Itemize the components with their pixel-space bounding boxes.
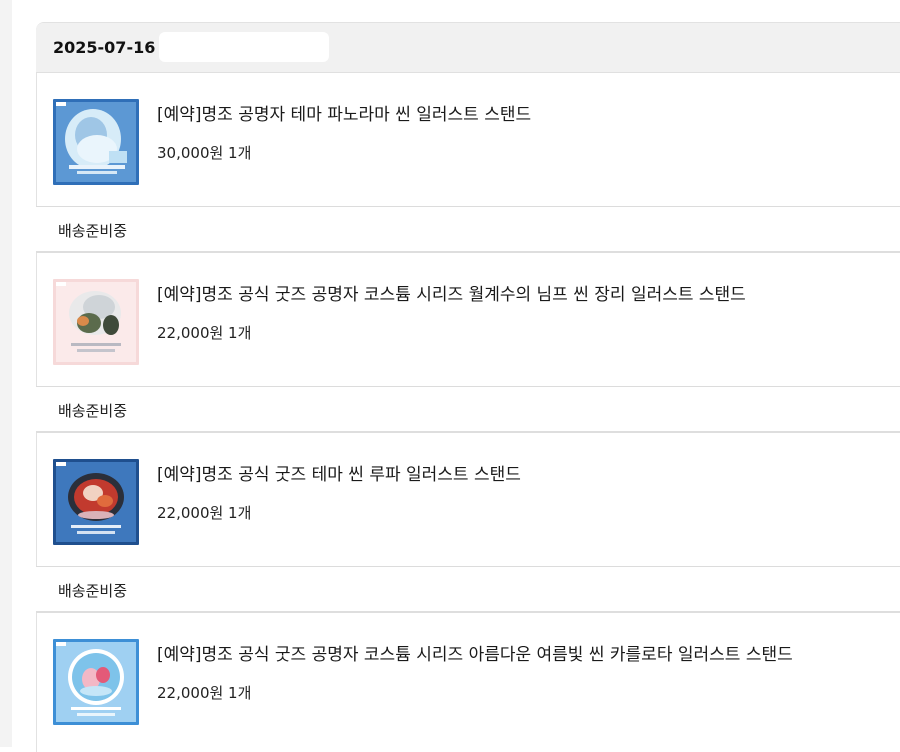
- shipping-status: 배송준비중: [58, 402, 128, 420]
- product-title[interactable]: [예약]명조 공식 굿즈 공명자 코스튬 시리즈 월계수의 님프 씬 장리 일러…: [157, 280, 746, 305]
- order-item[interactable]: [예약]명조 공식 굿즈 공명자 코스튬 시리즈 월계수의 님프 씬 장리 일러…: [36, 253, 900, 387]
- product-price-quantity: 30,000원 1개: [157, 144, 252, 162]
- product-price-quantity: 22,000원 1개: [157, 504, 252, 522]
- shipping-status: 배송준비중: [58, 222, 128, 240]
- shipping-status: 배송준비중: [58, 582, 128, 600]
- shipping-status-row: 배송준비중: [36, 206, 900, 253]
- product-price-quantity: 22,000원 1개: [157, 324, 252, 342]
- product-thumbnail[interactable]: [53, 639, 139, 725]
- order-item[interactable]: [예약]명조 공식 굿즈 테마 씬 루파 일러스트 스탠드 22,000원 1개: [36, 433, 900, 567]
- shipping-status-row: 배송준비중: [36, 386, 900, 433]
- product-title[interactable]: [예약]명조 공식 굿즈 테마 씬 루파 일러스트 스탠드: [157, 460, 521, 485]
- redacted-area: [159, 32, 329, 62]
- order-item[interactable]: [예약]명조 공식 굿즈 공명자 코스튬 시리즈 아름다운 여름빛 씬 카를로타…: [36, 613, 900, 747]
- product-price-quantity: 22,000원 1개: [157, 684, 252, 702]
- product-thumbnail[interactable]: [53, 279, 139, 365]
- shipping-status-row: 배송준비중: [36, 566, 900, 613]
- product-title[interactable]: [예약]명조 공식 굿즈 공명자 코스튬 시리즈 아름다운 여름빛 씬 카를로타…: [157, 640, 793, 665]
- page-gutter: [0, 0, 12, 747]
- order-date: 2025-07-16: [53, 38, 156, 57]
- order-history-page: 2025-07-16 [예약]명조 공명자 테마 파노라마 씬 일러스트 스탠드…: [0, 0, 900, 752]
- product-title[interactable]: [예약]명조 공명자 테마 파노라마 씬 일러스트 스탠드: [157, 100, 531, 125]
- product-thumbnail[interactable]: [53, 99, 139, 185]
- order-item[interactable]: [예약]명조 공명자 테마 파노라마 씬 일러스트 스탠드 30,000원 1개: [36, 73, 900, 207]
- order-header: 2025-07-16: [36, 23, 900, 73]
- product-thumbnail[interactable]: [53, 459, 139, 545]
